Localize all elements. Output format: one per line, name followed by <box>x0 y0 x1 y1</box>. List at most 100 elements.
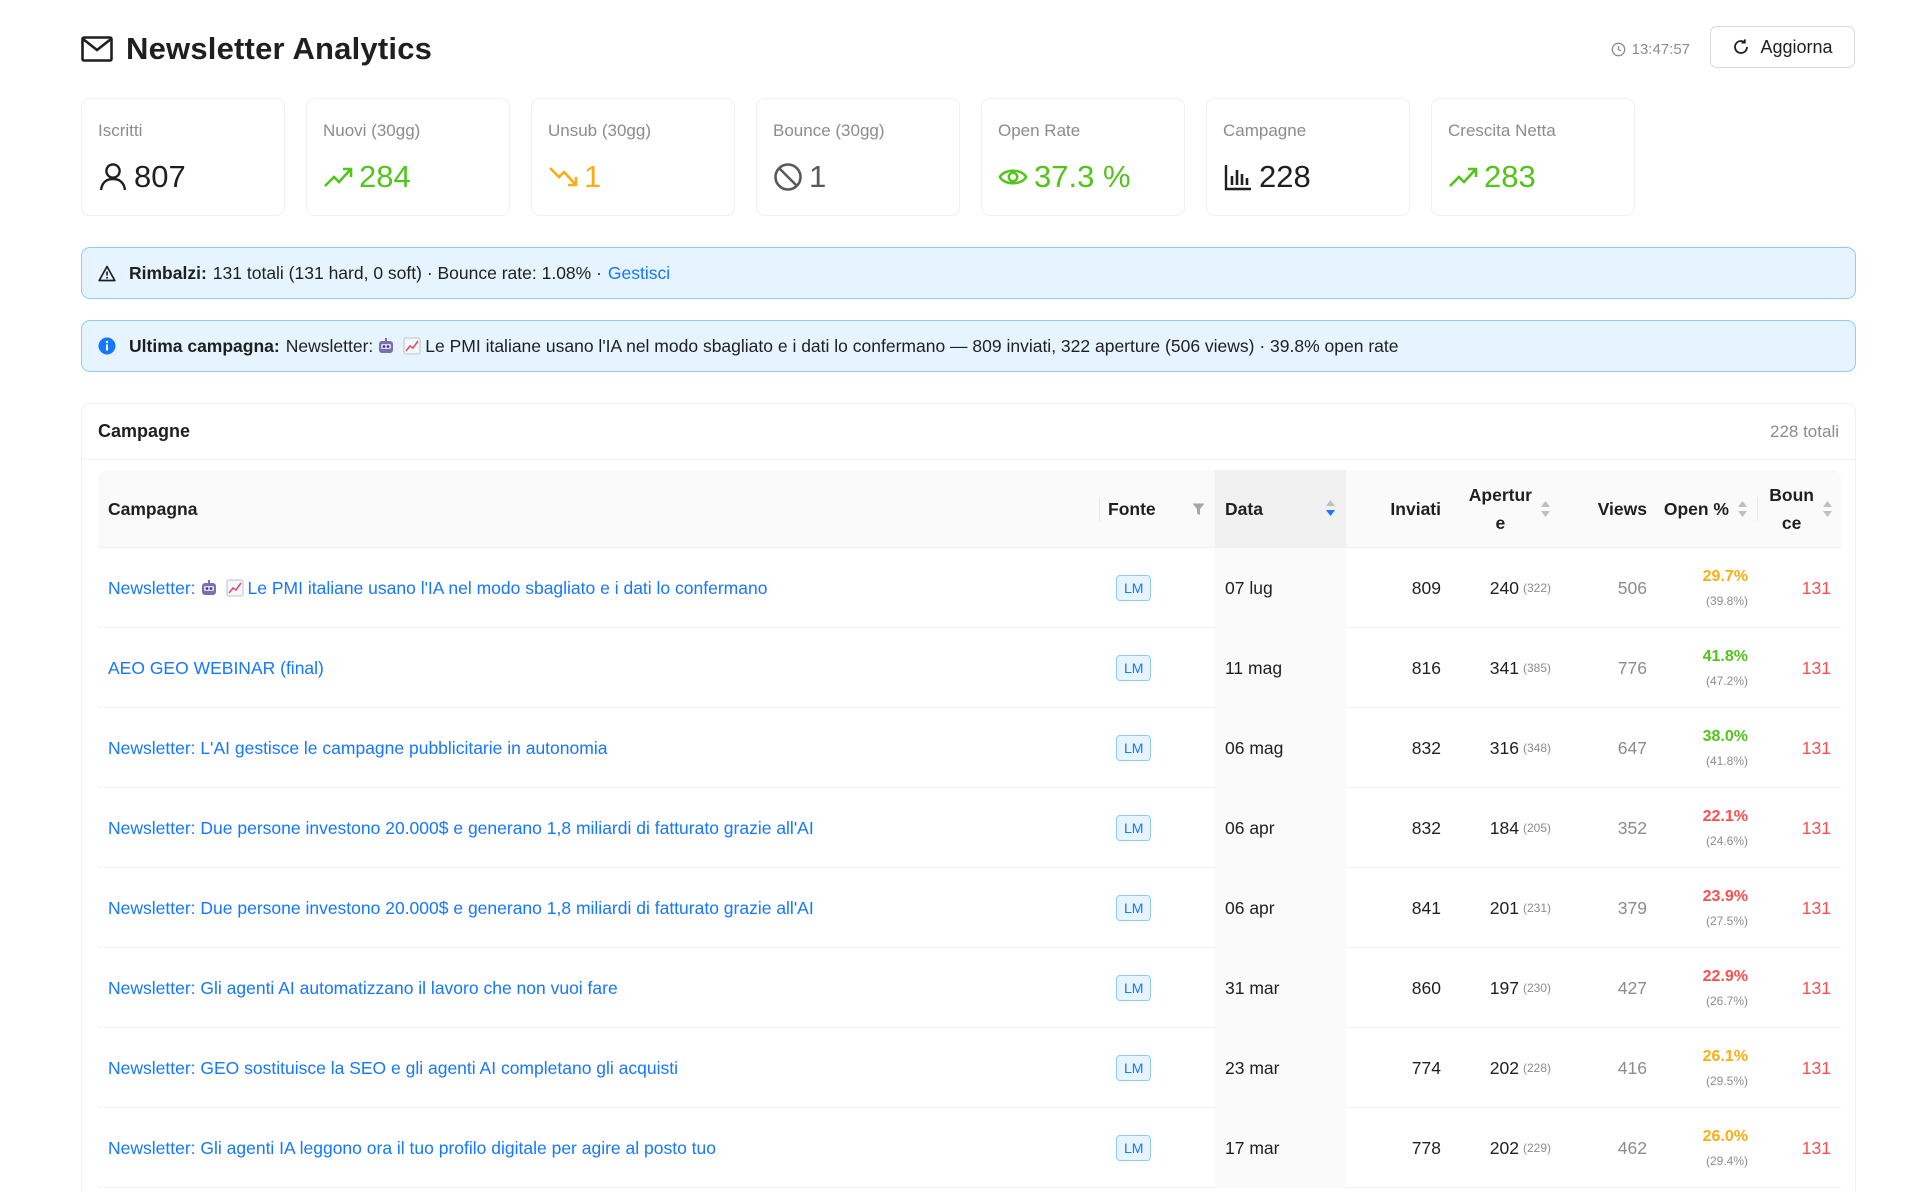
source-tag: LM <box>1116 1055 1152 1081</box>
campaign-link[interactable]: Newsletter: Gli agenti AI automatizzano … <box>108 978 618 999</box>
last-updated: 13:47:57 <box>1611 26 1690 72</box>
open-rate-total: (24.6%) <box>1705 834 1748 848</box>
campaign-name: Le PMI italiane usano l'IA nel modo sbag… <box>247 577 768 598</box>
open-rate: 22.9% <box>1702 968 1748 985</box>
col-bounce-line2: ce <box>1781 513 1802 533</box>
col-campagna: Campagna <box>108 498 198 519</box>
trend-up-icon <box>1448 162 1478 192</box>
table-row: Newsletter: L'AI gestisce le campagne pu… <box>98 708 1841 788</box>
sort-icon[interactable] <box>1325 499 1336 522</box>
campaigns-total: 228 totali <box>1770 422 1839 441</box>
robot-emoji-icon <box>196 578 222 598</box>
trend-up-icon <box>323 162 353 192</box>
cell-aperture: 316 (348) <box>1451 708 1561 788</box>
cell-data: 31 mar <box>1215 948 1346 1028</box>
col-inviati: Inviati <box>1390 498 1441 519</box>
last-updated-time: 13:47:57 <box>1631 40 1690 58</box>
col-aperture[interactable]: Apertur e <box>1451 470 1561 548</box>
page-title: Newsletter Analytics <box>126 31 433 66</box>
campaign-link[interactable]: AEO GEO WEBINAR (final) <box>108 658 324 679</box>
cell-aperture: 202 (228) <box>1451 1028 1561 1108</box>
cell-inviati: 778 <box>1411 1137 1441 1158</box>
cell-open-pct: 22.9% (26.7%) <box>1657 948 1758 1028</box>
col-bounce[interactable]: Boun ce <box>1758 470 1841 548</box>
cell-views: 647 <box>1617 737 1647 758</box>
open-rate: 26.1% <box>1702 1048 1748 1065</box>
robot-emoji-icon <box>379 338 394 353</box>
open-rate-total: (39.8%) <box>1705 594 1748 608</box>
campaigns-card: Campagne 228 totali Campagna Fonte Data … <box>81 403 1856 1191</box>
stat-value: 284 <box>359 159 411 194</box>
col-open-pct[interactable]: Open % <box>1657 470 1758 548</box>
refresh-button-label: Aggiorna <box>1760 36 1833 57</box>
campaign-link[interactable]: Newsletter: L'AI gestisce le campagne pu… <box>108 738 607 759</box>
table-row: AEO GEO WEBINAR (final) LM 11 mag 816 341 (38… <box>98 628 1841 708</box>
col-open-pct-label: Open % <box>1663 498 1729 519</box>
cell-inviati: 860 <box>1411 977 1441 998</box>
opens-unique: 201 <box>1489 897 1519 918</box>
source-tag: LM <box>1116 815 1152 841</box>
table-row: Newsletter: Due persone investono 20.000… <box>98 868 1841 948</box>
bounce-alert-text: 131 totali (131 hard, 0 soft) · Bounce r… <box>212 262 602 283</box>
cell-bounce: 131 <box>1801 977 1831 998</box>
cell-campagna: Newsletter: Due persone investono 20.000… <box>108 868 814 948</box>
cell-data: 23 mar <box>1215 1028 1346 1108</box>
opens-unique: 202 <box>1489 1137 1519 1158</box>
sort-icon[interactable] <box>1540 500 1551 518</box>
source-tag: LM <box>1116 575 1152 601</box>
cell-views: 379 <box>1617 897 1647 918</box>
stat-label: Unsub (30gg) <box>548 121 652 140</box>
campaign-link[interactable]: Newsletter: Gli agenti IA leggono ora il… <box>108 1138 716 1159</box>
cell-open-pct: 26.0% (29.4%) <box>1657 1108 1758 1188</box>
page-header: Newsletter Analytics 13:47:57 Aggiorna <box>81 26 1855 72</box>
filter-icon[interactable] <box>1192 500 1205 521</box>
cell-data: 06 apr <box>1215 788 1346 868</box>
cell-bounce: 131 <box>1801 817 1831 838</box>
opens-unique: 197 <box>1489 977 1519 998</box>
open-rate-total: (29.4%) <box>1705 1154 1748 1168</box>
cell-open-pct: 29.7% (39.8%) <box>1657 548 1758 628</box>
col-data-label: Data <box>1225 498 1263 519</box>
cell-views: 462 <box>1617 1137 1647 1158</box>
opens-unique: 202 <box>1489 1057 1519 1078</box>
campaigns-card-title: Campagne <box>98 421 191 441</box>
stat-label: Nuovi (30gg) <box>323 121 421 140</box>
trend-down-icon <box>548 162 578 192</box>
stop-icon <box>773 162 803 192</box>
cell-data: 06 mag <box>1215 708 1346 788</box>
warning-icon <box>97 263 117 283</box>
campaign-link[interactable]: Newsletter: Le PMI italiane usano l'IA ne… <box>108 578 767 599</box>
cell-campagna: Newsletter: GEO sostituisce la SEO e gli… <box>108 1028 678 1108</box>
manage-bounces-link[interactable]: Gestisci <box>608 263 670 284</box>
sort-icon[interactable] <box>1737 500 1748 518</box>
reload-icon <box>1734 39 1749 54</box>
stat-label: Crescita Netta <box>1448 121 1556 140</box>
stat-card-open-rate: Open Rate 37.3 % <box>981 98 1185 216</box>
stat-label: Bounce (30gg) <box>773 121 885 140</box>
table-row: Newsletter: GEO sostituisce la SEO e gli… <box>98 1028 1841 1108</box>
campaign-link[interactable]: Newsletter: GEO sostituisce la SEO e gli… <box>108 1058 678 1079</box>
open-rate-total: (47.2%) <box>1705 674 1748 688</box>
cell-open-pct: 41.8% (47.2%) <box>1657 628 1758 708</box>
cell-inviati: 832 <box>1411 737 1441 758</box>
opens-unique: 184 <box>1489 817 1519 838</box>
campaign-link[interactable]: Newsletter: Due persone investono 20.000… <box>108 898 814 919</box>
campaign-prefix: Newsletter: <box>108 577 196 598</box>
campaign-link[interactable]: Newsletter: Due persone investono 20.000… <box>108 818 814 839</box>
column-separator <box>1099 497 1100 521</box>
col-data[interactable]: Data <box>1215 470 1346 548</box>
open-rate: 41.8% <box>1702 648 1748 665</box>
table-row: Newsletter: Due persone investono 20.000… <box>98 788 1841 868</box>
col-fonte[interactable]: Fonte <box>1108 470 1215 548</box>
opens-unique: 240 <box>1489 577 1519 598</box>
open-rate-total: (41.8%) <box>1705 754 1748 768</box>
col-fonte-label: Fonte <box>1108 498 1156 519</box>
source-tag: LM <box>1116 735 1152 761</box>
cell-aperture: 197 (230) <box>1451 948 1561 1028</box>
cell-campagna: Newsletter: Le PMI italiane usano l'IA ne… <box>108 548 767 628</box>
refresh-button[interactable]: Aggiorna <box>1710 26 1855 68</box>
chart-emoji-icon <box>403 337 421 355</box>
sort-icon[interactable] <box>1822 500 1833 518</box>
campaigns-table: Campagna Fonte Data Inviati Apertur e Vie… <box>98 470 1841 1188</box>
source-tag: LM <box>1116 1135 1152 1161</box>
